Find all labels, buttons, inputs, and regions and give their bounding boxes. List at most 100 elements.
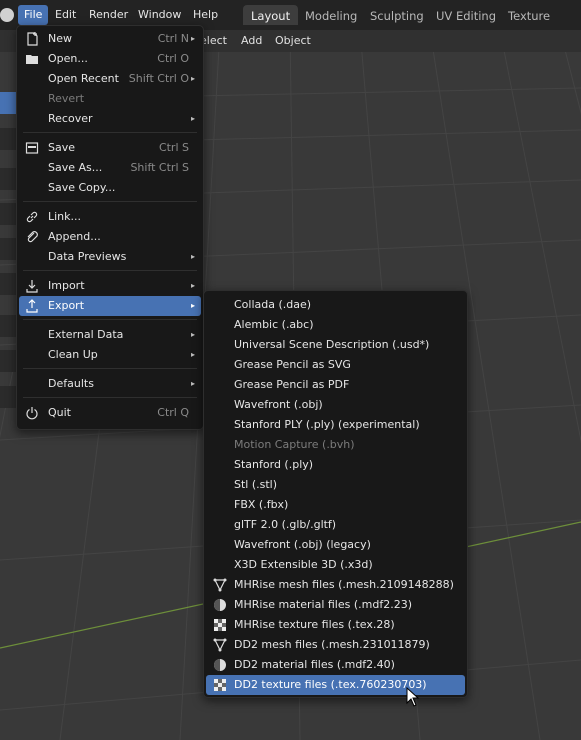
menu-item-label: Grease Pencil as SVG	[234, 358, 351, 371]
menu-item-external-data[interactable]: External Data ▸	[19, 325, 201, 345]
export-bvh[interactable]: Motion Capture (.bvh)	[206, 435, 465, 455]
menu-item-data-previews[interactable]: Data Previews ▸	[19, 247, 201, 267]
menu-item-label: Stanford (.ply)	[234, 458, 314, 471]
tab-texture-paint[interactable]: Texture Paint	[500, 5, 581, 45]
export-dd2-mesh[interactable]: DD2 mesh files (.mesh.231011879)	[206, 635, 465, 655]
menu-item-export[interactable]: Export ▸	[19, 296, 201, 316]
menu-item-label: Import	[48, 279, 85, 292]
menu-item-quit[interactable]: Quit Ctrl Q	[19, 403, 201, 423]
menu-item-defaults[interactable]: Defaults ▸	[19, 374, 201, 394]
shortcut: Shift Ctrl O	[128, 72, 189, 85]
menu-item-label: DD2 mesh files (.mesh.231011879)	[234, 638, 430, 651]
menu-item-save[interactable]: Save Ctrl S	[19, 138, 201, 158]
menu-edit[interactable]: Edit	[49, 5, 82, 25]
tab-layout[interactable]: Layout	[243, 5, 299, 25]
menu-item-append[interactable]: Append...	[19, 227, 201, 247]
export-x3d[interactable]: X3D Extensible 3D (.x3d)	[206, 555, 465, 575]
mesh-icon	[213, 578, 227, 592]
menu-item-label: MHRise texture files (.tex.28)	[234, 618, 395, 631]
menu-item-label: Motion Capture (.bvh)	[234, 438, 355, 451]
export-obj[interactable]: Wavefront (.obj)	[206, 395, 465, 415]
blender-logo-icon[interactable]	[0, 8, 14, 22]
tab-modeling[interactable]: Modeling	[297, 5, 365, 25]
menu-help[interactable]: Help	[187, 5, 224, 25]
mouse-pointer-icon	[406, 687, 420, 707]
export-gp-pdf[interactable]: Grease Pencil as PDF	[206, 375, 465, 395]
export-mhrise-texture[interactable]: MHRise texture files (.tex.28)	[206, 615, 465, 635]
menu-item-label: Clean Up	[48, 348, 98, 361]
header-object-menu[interactable]: Object	[275, 33, 311, 49]
shortcut: Ctrl O	[157, 52, 189, 65]
export-gp-svg[interactable]: Grease Pencil as SVG	[206, 355, 465, 375]
menu-item-label: Open Recent	[48, 72, 119, 85]
menu-item-label: External Data	[48, 328, 124, 341]
chevron-right-icon: ▸	[190, 350, 195, 359]
header-select-menu[interactable]: elect	[200, 33, 227, 49]
shortcut: Shift Ctrl S	[130, 161, 189, 174]
menu-item-label: Defaults	[48, 377, 94, 390]
chevron-right-icon: ▸	[190, 281, 195, 290]
shortcut: Ctrl Q	[157, 406, 189, 419]
tab-sculpting[interactable]: Sculpting	[362, 5, 432, 25]
menu-item-label: Alembic (.abc)	[234, 318, 314, 331]
chevron-right-icon: ▸	[190, 34, 195, 43]
menu-item-label: Append...	[48, 230, 101, 243]
material-icon	[214, 599, 226, 611]
export-ply-experimental[interactable]: Stanford PLY (.ply) (experimental)	[206, 415, 465, 435]
texture-icon	[214, 679, 226, 691]
divider	[23, 201, 197, 202]
menu-item-label: MHRise mesh files (.mesh.2109148288)	[234, 578, 454, 591]
export-submenu: Collada (.dae) Alembic (.abc) Universal …	[203, 290, 468, 698]
menu-item-label: Revert	[48, 92, 85, 105]
export-alembic[interactable]: Alembic (.abc)	[206, 315, 465, 335]
export-stl[interactable]: Stl (.stl)	[206, 475, 465, 495]
texture-icon	[214, 619, 226, 631]
export-gltf[interactable]: glTF 2.0 (.glb/.gltf)	[206, 515, 465, 535]
menu-item-new[interactable]: New Ctrl N ▸	[19, 29, 201, 49]
menu-item-label: New	[48, 32, 72, 45]
quit-icon	[26, 407, 38, 420]
export-icon	[26, 299, 38, 313]
menu-item-revert[interactable]: Revert	[19, 89, 201, 109]
menu-item-link[interactable]: Link...	[19, 207, 201, 227]
shortcut: Ctrl S	[158, 141, 189, 154]
export-mhrise-mesh[interactable]: MHRise mesh files (.mesh.2109148288)	[206, 575, 465, 595]
menu-item-open[interactable]: Open... Ctrl O	[19, 49, 201, 69]
menu-item-label: Collada (.dae)	[234, 298, 312, 311]
divider	[23, 368, 197, 369]
export-dd2-material[interactable]: DD2 material files (.mdf2.40)	[206, 655, 465, 675]
menu-item-label: Quit	[48, 406, 71, 419]
export-usd[interactable]: Universal Scene Description (.usd*)	[206, 335, 465, 355]
menu-item-label: Grease Pencil as PDF	[234, 378, 350, 391]
menu-window[interactable]: Window	[132, 5, 187, 25]
menu-item-recover[interactable]: Recover ▸	[19, 109, 201, 129]
folder-icon	[26, 55, 38, 64]
export-dd2-texture[interactable]: DD2 texture files (.tex.760230703)	[206, 675, 465, 695]
menu-item-import[interactable]: Import ▸	[19, 276, 201, 296]
menu-item-save-as[interactable]: Save As... Shift Ctrl S	[19, 158, 201, 178]
menu-item-clean-up[interactable]: Clean Up ▸	[19, 345, 201, 365]
menu-item-save-copy[interactable]: Save Copy...	[19, 178, 201, 198]
export-fbx[interactable]: FBX (.fbx)	[206, 495, 465, 515]
divider	[23, 270, 197, 271]
shortcut: Ctrl N	[157, 32, 189, 45]
chevron-right-icon: ▸	[190, 114, 195, 123]
menu-render[interactable]: Render	[83, 5, 134, 25]
export-collada[interactable]: Collada (.dae)	[206, 295, 465, 315]
tab-uv-editing[interactable]: UV Editing	[428, 5, 504, 25]
header-add-menu[interactable]: Add	[241, 33, 262, 49]
menu-item-label: Wavefront (.obj)	[234, 398, 323, 411]
chevron-right-icon: ▸	[190, 330, 195, 339]
export-mhrise-material[interactable]: MHRise material files (.mdf2.23)	[206, 595, 465, 615]
menu-file[interactable]: File	[18, 5, 49, 25]
divider	[23, 132, 197, 133]
divider	[23, 397, 197, 398]
menu-item-label: Stanford PLY (.ply) (experimental)	[234, 418, 420, 431]
export-ply[interactable]: Stanford (.ply)	[206, 455, 465, 475]
menu-item-label: Universal Scene Description (.usd*)	[234, 338, 430, 351]
save-icon	[25, 142, 39, 154]
menu-item-label: Save As...	[48, 161, 103, 174]
menu-item-label: Open...	[48, 52, 88, 65]
export-obj-legacy[interactable]: Wavefront (.obj) (legacy)	[206, 535, 465, 555]
menu-item-open-recent[interactable]: Open Recent Shift Ctrl O ▸	[19, 69, 201, 89]
